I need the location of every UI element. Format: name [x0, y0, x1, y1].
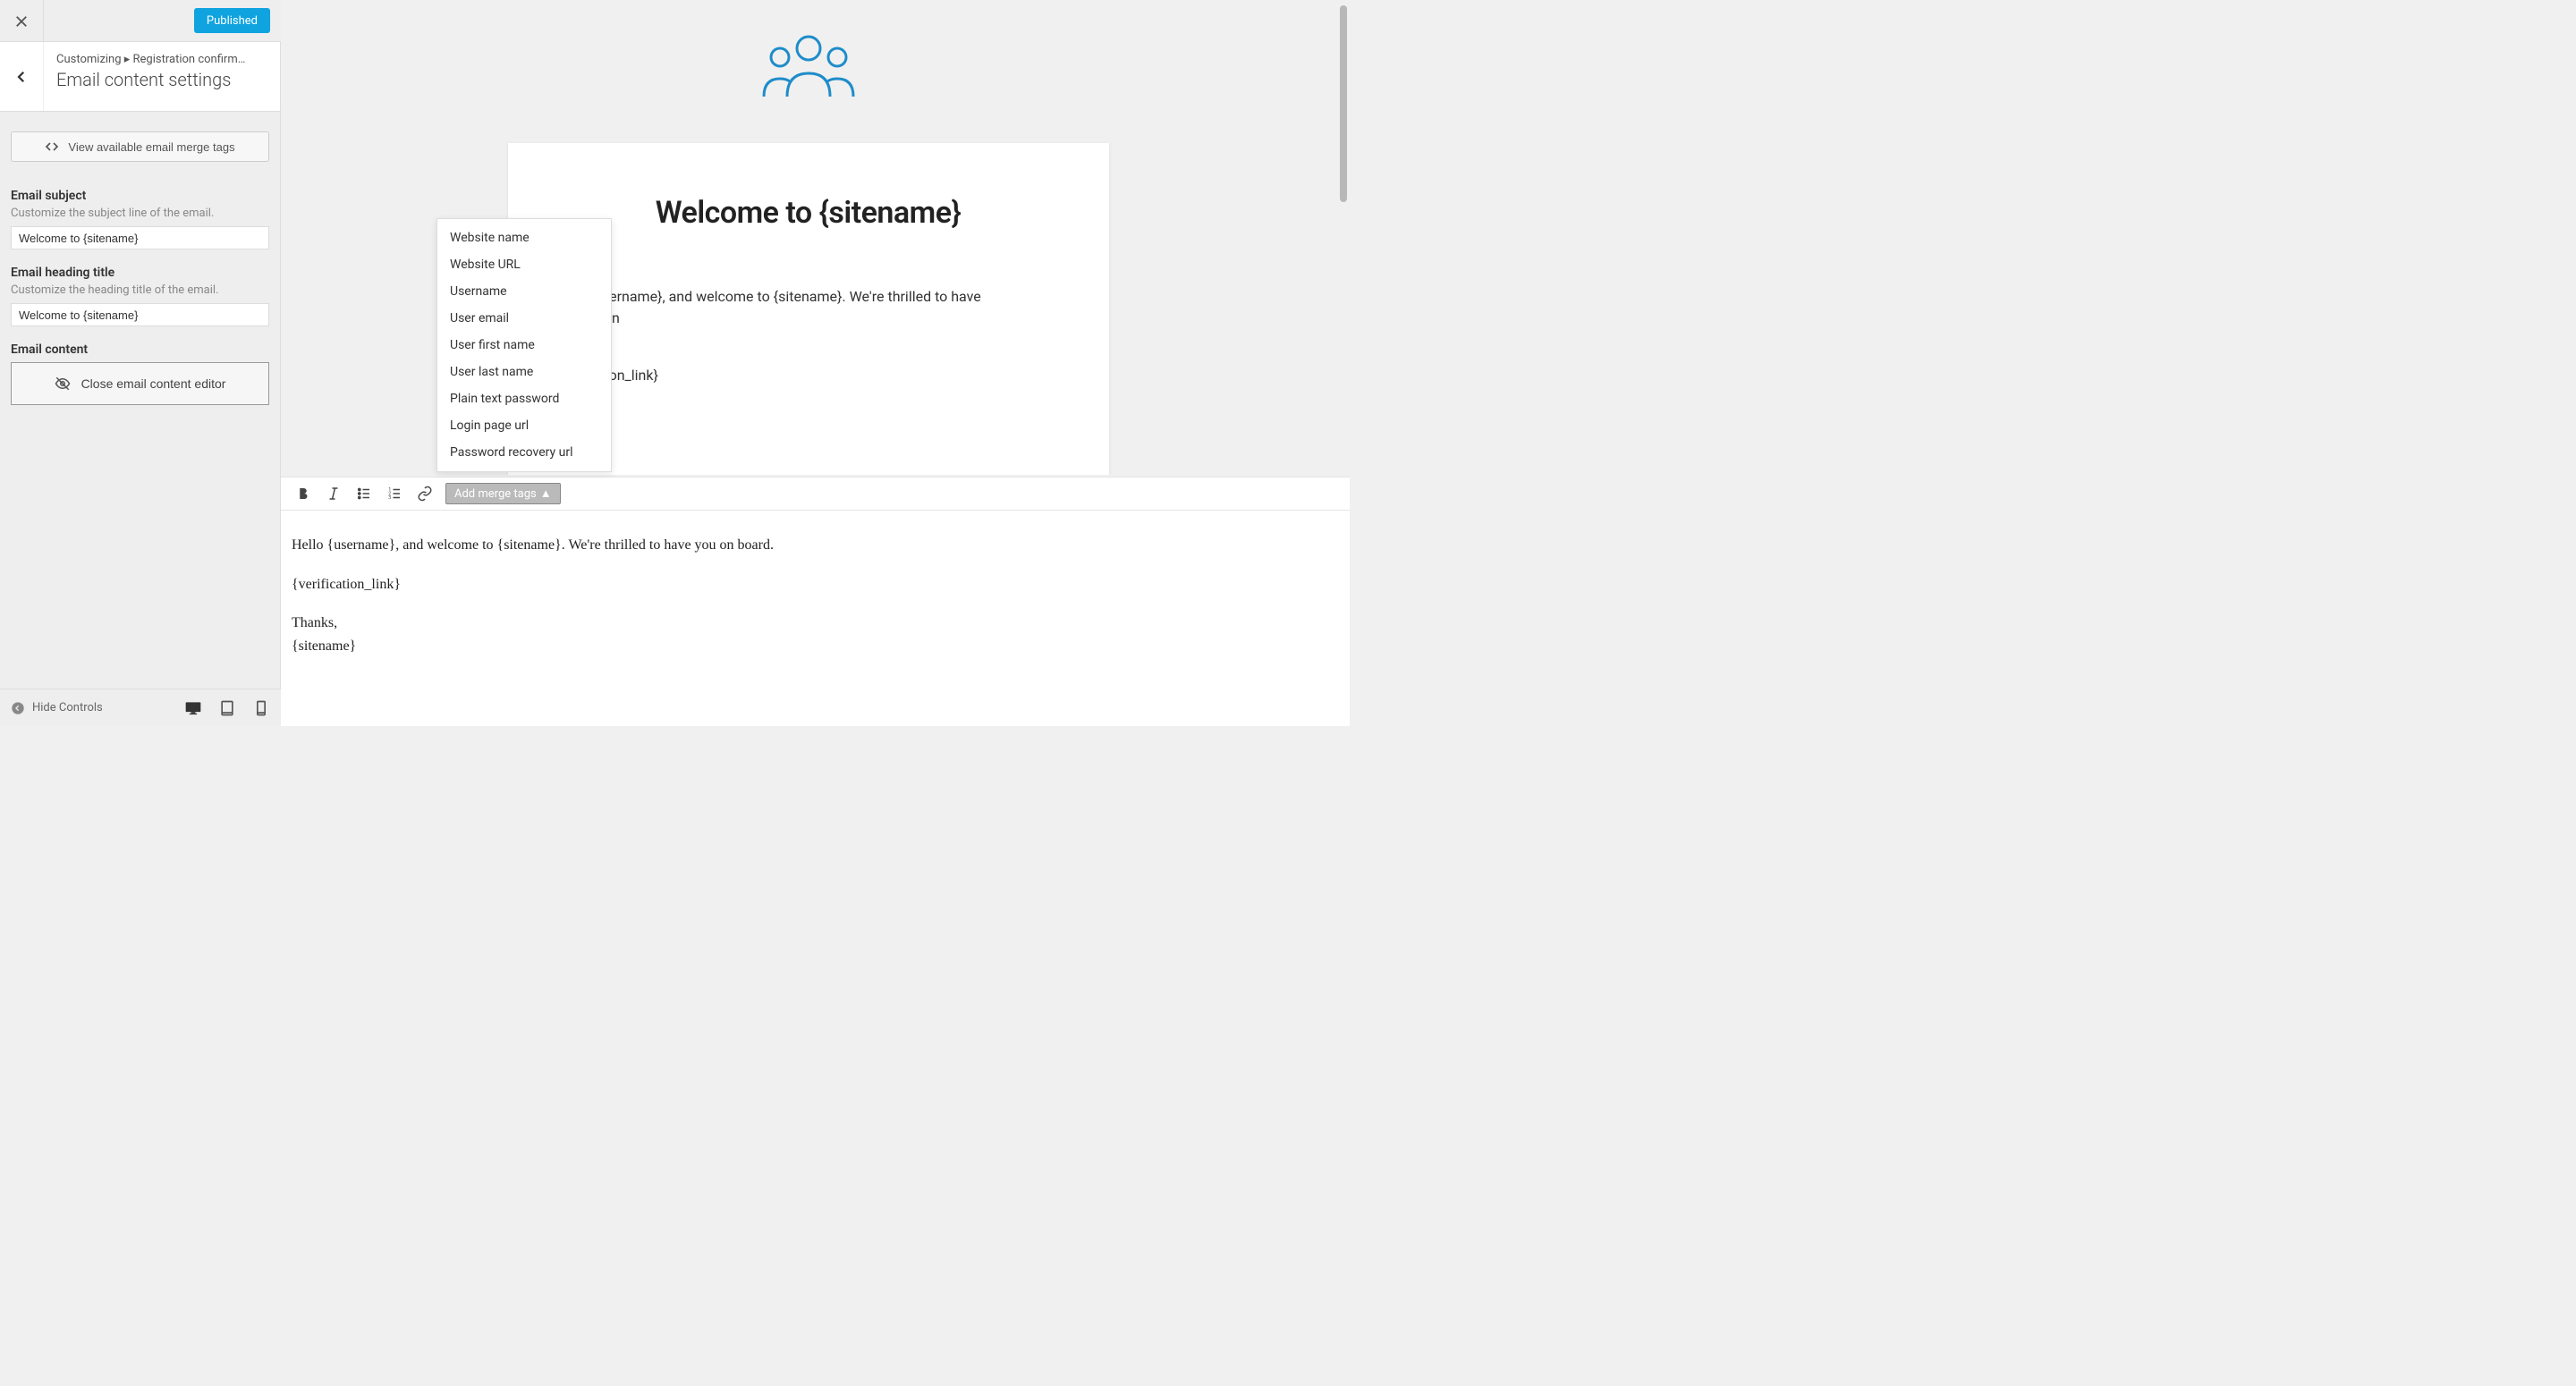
breadcrumb-prefix: Customizing	[56, 53, 122, 66]
code-icon	[45, 139, 59, 154]
eye-off-icon	[55, 376, 71, 392]
people-icon	[755, 32, 862, 98]
link-icon	[417, 486, 433, 502]
close-icon	[13, 13, 30, 30]
mobile-icon	[252, 699, 270, 717]
bold-button[interactable]	[288, 480, 318, 507]
email-subject-desc: Customize the subject line of the email.	[11, 207, 269, 220]
preview-scrollbar[interactable]	[1340, 5, 1347, 202]
customizer-sidebar: Published Customizing ▸ Registration con…	[0, 0, 281, 689]
panel-title: Email content settings	[56, 69, 267, 90]
hide-controls-label: Hide Controls	[32, 701, 103, 714]
panel-body: View available email merge tags Email su…	[0, 112, 280, 441]
bottom-bar: Hide Controls	[0, 689, 281, 726]
dropdown-item-website-url[interactable]: Website URL	[437, 251, 611, 278]
chevron-left-icon	[13, 69, 30, 85]
device-tablet-button[interactable]	[218, 699, 236, 717]
dropdown-item-user-email[interactable]: User email	[437, 305, 611, 332]
email-subject-label: Email subject	[11, 189, 269, 203]
editor-content[interactable]: Hello {username}, and welcome to {sitena…	[281, 511, 1350, 697]
bullet-list-button[interactable]	[349, 480, 379, 507]
email-heading-desc: Customize the heading title of the email…	[11, 283, 269, 297]
email-subject-input[interactable]	[11, 226, 269, 249]
published-status[interactable]: Published	[194, 8, 270, 33]
numbered-list-icon: 123	[386, 486, 402, 502]
email-content-group: Email content Close email content editor	[11, 342, 269, 405]
email-subject-group: Email subject Customize the subject line…	[11, 189, 269, 249]
breadcrumb: Customizing ▸ Registration confirm…	[56, 53, 267, 66]
italic-button[interactable]	[318, 480, 349, 507]
merge-tags-dropdown: Website name Website URL Username User e…	[436, 218, 612, 472]
tablet-icon	[218, 699, 236, 717]
collapse-icon	[11, 701, 25, 715]
dropdown-item-username[interactable]: Username	[437, 278, 611, 305]
email-heading-label: Email heading title	[11, 266, 269, 280]
bold-icon	[295, 486, 311, 502]
editor-p2: {verification_link}	[292, 573, 1339, 596]
editor-p3: Thanks, {sitename}	[292, 612, 1339, 657]
panel-header: Customizing ▸ Registration confirm… Emai…	[0, 42, 280, 112]
editor-pane: 123 Add merge tags ▲ Hello {username}, a…	[281, 477, 1350, 726]
back-button[interactable]	[0, 42, 44, 111]
close-editor-label: Close email content editor	[81, 376, 226, 391]
breadcrumb-separator: ▸	[124, 53, 131, 66]
dropdown-item-website-name[interactable]: Website name	[437, 224, 611, 251]
view-merge-tags-button[interactable]: View available email merge tags	[11, 131, 269, 162]
italic-icon	[326, 486, 342, 502]
breadcrumb-path: Registration confirm…	[133, 53, 246, 66]
device-mobile-button[interactable]	[252, 699, 270, 717]
desktop-icon	[184, 699, 202, 717]
spacer	[44, 0, 183, 41]
email-content-label: Email content	[11, 342, 269, 357]
triangle-up-icon: ▲	[540, 486, 552, 501]
add-merge-tags-button[interactable]: Add merge tags ▲	[445, 483, 561, 504]
view-merge-tags-label: View available email merge tags	[68, 140, 234, 154]
preview-line1: o {username}, and welcome to {sitename}.…	[578, 288, 981, 326]
email-logo	[281, 5, 1335, 143]
dropdown-item-login-url[interactable]: Login page url	[437, 412, 611, 439]
email-heading-group: Email heading title Customize the headin…	[11, 266, 269, 326]
dropdown-item-user-first-name[interactable]: User first name	[437, 332, 611, 359]
hide-controls-button[interactable]: Hide Controls	[11, 701, 103, 715]
add-merge-tags-label: Add merge tags	[454, 487, 537, 501]
editor-p1: Hello {username}, and welcome to {sitena…	[292, 534, 1339, 557]
dropdown-item-user-last-name[interactable]: User last name	[437, 359, 611, 385]
close-button[interactable]	[0, 0, 44, 42]
dropdown-item-recovery-url[interactable]: Password recovery url	[437, 439, 611, 466]
link-button[interactable]	[410, 480, 440, 507]
email-heading-input[interactable]	[11, 303, 269, 326]
bullet-list-icon	[356, 486, 372, 502]
preview-line2: fication_link}	[578, 365, 1007, 386]
svg-text:3: 3	[388, 495, 391, 501]
numbered-list-button[interactable]: 123	[379, 480, 410, 507]
dropdown-item-plain-password[interactable]: Plain text password	[437, 385, 611, 412]
top-bar: Published	[0, 0, 281, 42]
close-editor-button[interactable]: Close email content editor	[11, 362, 269, 405]
editor-toolbar: 123 Add merge tags ▲	[281, 477, 1350, 511]
device-desktop-button[interactable]	[184, 699, 202, 717]
panel-breadcrumb-container: Customizing ▸ Registration confirm… Emai…	[44, 42, 280, 111]
